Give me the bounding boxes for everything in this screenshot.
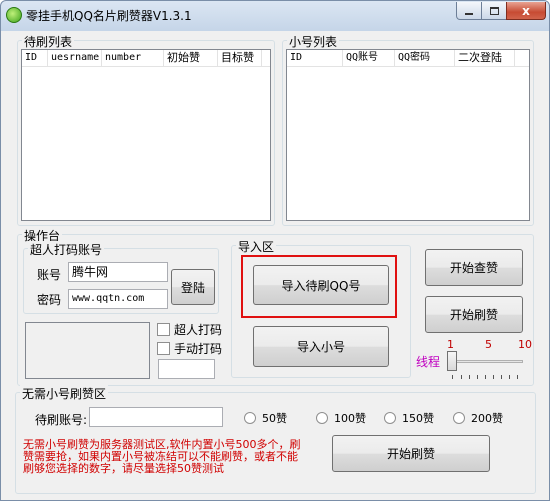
pending-list-group: 待刷列表 ID uesrname number 初始赞 目标赞 <box>17 33 275 226</box>
slider-tick <box>477 375 478 379</box>
close-button[interactable]: x <box>506 2 546 20</box>
superman-captcha-checkbox[interactable]: 超人打码 <box>157 321 222 338</box>
captcha-password-input[interactable]: www.qqtn.com <box>68 289 168 309</box>
slider-tick <box>493 375 494 379</box>
column-header-relogin[interactable]: 二次登陆 <box>455 50 515 66</box>
radio-dot[interactable] <box>384 412 396 424</box>
checkbox-label: 手动打码 <box>174 342 223 356</box>
minimize-icon <box>465 12 473 15</box>
maximize-button[interactable] <box>481 2 507 20</box>
no-account-legend: 无需小号刷赞区 <box>20 385 109 402</box>
account-list-group: 小号列表 ID QQ账号 QQ密码 二次登陆 <box>282 33 534 226</box>
option-200-radio[interactable]: 200赞 <box>453 410 503 426</box>
slider-tick <box>517 375 518 379</box>
captcha-image <box>25 322 150 379</box>
column-header-qq-account[interactable]: QQ账号 <box>343 50 395 66</box>
slider-tick <box>509 375 510 379</box>
app-icon <box>6 7 22 23</box>
option-100-radio[interactable]: 100赞 <box>316 410 366 426</box>
thread-slider-thumb[interactable] <box>447 351 457 371</box>
main-window: 零挂手机QQ名片刷赞器V1.3.1 x 待刷列表 ID uesrname num… <box>0 0 550 501</box>
manual-captcha-checkbox[interactable]: 手动打码 <box>157 340 222 357</box>
captcha-account-legend: 超人打码账号 <box>28 241 105 258</box>
account-list-header: ID QQ账号 QQ密码 二次登陆 <box>287 50 529 67</box>
column-header-target-likes[interactable]: 目标赞 <box>218 50 262 66</box>
captcha-code-input[interactable] <box>158 359 215 379</box>
radio-label: 50赞 <box>262 412 287 425</box>
import-legend: 导入区 <box>236 238 277 255</box>
login-button[interactable]: 登陆 <box>171 269 215 305</box>
import-pending-qq-button[interactable]: 导入待刷QQ号 <box>253 265 389 305</box>
title-bar[interactable]: 零挂手机QQ名片刷赞器V1.3.1 x <box>1 1 549 29</box>
password-label: 密码 <box>37 293 62 307</box>
notice-line: 刷够您选择的数字，请尽量选择50赞测试 <box>23 462 224 475</box>
import-accounts-button[interactable]: 导入小号 <box>253 326 389 367</box>
account-list[interactable]: ID QQ账号 QQ密码 二次登陆 <box>286 49 530 221</box>
thread-label: 线程 <box>416 355 441 369</box>
close-icon: x <box>522 3 530 18</box>
start-like-button[interactable]: 开始刷赞 <box>425 296 523 333</box>
radio-label: 200赞 <box>471 412 503 425</box>
checkbox-box[interactable] <box>157 323 170 336</box>
option-50-radio[interactable]: 50赞 <box>244 410 287 426</box>
thread-slider-track[interactable] <box>451 360 523 363</box>
radio-dot[interactable] <box>453 412 465 424</box>
thread-mark-10: 10 <box>518 338 532 351</box>
pending-account-label: 待刷账号: <box>35 413 88 427</box>
checkbox-box[interactable] <box>157 342 170 355</box>
column-header-username[interactable]: uesrname <box>48 50 102 66</box>
thread-mark-1: 1 <box>447 338 454 351</box>
slider-tick <box>469 375 470 379</box>
pending-account-input[interactable] <box>89 407 223 427</box>
radio-dot[interactable] <box>244 412 256 424</box>
option-150-radio[interactable]: 150赞 <box>384 410 434 426</box>
pending-list-header: ID uesrname number 初始赞 目标赞 <box>22 50 270 67</box>
slider-tick <box>461 375 462 379</box>
thread-mark-5: 5 <box>485 338 492 351</box>
radio-label: 100赞 <box>334 412 366 425</box>
minimize-button[interactable] <box>456 2 482 20</box>
column-header-initial-likes[interactable]: 初始赞 <box>164 50 218 66</box>
window-title: 零挂手机QQ名片刷赞器V1.3.1 <box>26 9 192 23</box>
column-header-qq-password[interactable]: QQ密码 <box>395 50 455 66</box>
pending-list[interactable]: ID uesrname number 初始赞 目标赞 <box>21 49 271 221</box>
notice-text: 无需小号刷赞为服务器测试区,软件内置小号500多个，刷 赞需要抢，如果内置小号被… <box>23 439 341 475</box>
no-account-start-button[interactable]: 开始刷赞 <box>332 435 490 472</box>
account-label: 账号 <box>37 268 62 282</box>
radio-dot[interactable] <box>316 412 328 424</box>
start-query-button[interactable]: 开始查赞 <box>425 249 523 286</box>
slider-tick <box>501 375 502 379</box>
slider-tick <box>452 375 453 379</box>
captcha-account-input[interactable]: 腾牛网 <box>68 262 168 282</box>
pending-list-legend: 待刷列表 <box>22 33 75 50</box>
radio-label: 150赞 <box>402 412 434 425</box>
maximize-icon <box>489 6 499 15</box>
checkbox-label: 超人打码 <box>174 323 223 337</box>
column-header-id[interactable]: ID <box>22 50 48 66</box>
column-header-id[interactable]: ID <box>287 50 343 66</box>
slider-tick <box>485 375 486 379</box>
column-header-number[interactable]: number <box>102 50 164 66</box>
account-list-legend: 小号列表 <box>287 33 340 50</box>
